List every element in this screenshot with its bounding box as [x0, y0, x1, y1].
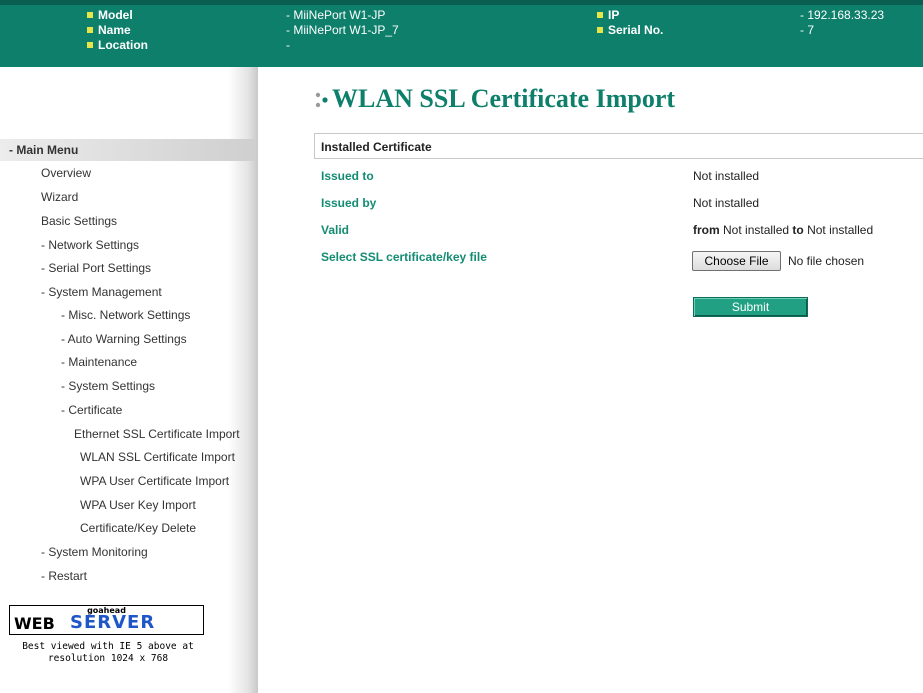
bullet-icon: [597, 26, 603, 33]
best-viewed-line1: Best viewed with IE 5 above at: [22, 641, 194, 652]
location-label: Location: [87, 38, 148, 52]
menu-item-auto-warning-settings[interactable]: - Auto Warning Settings: [61, 332, 187, 346]
logo-web-text: WEB: [14, 614, 55, 633]
location-label-text: Location: [98, 38, 148, 52]
valid-from-value: Not installed: [723, 223, 790, 237]
menu-item-system-management[interactable]: - System Management: [41, 285, 162, 299]
device-info-header: Model - MiiNePort W1-JP Name - MiiNePort…: [0, 0, 923, 67]
goahead-webserver-logo: goahead WEB SERVER: [9, 605, 204, 635]
menu-item-system-settings[interactable]: - System Settings: [61, 379, 155, 393]
model-label-text: Model: [98, 8, 133, 22]
title-dots-icon: [315, 92, 328, 108]
main-menu-header[interactable]: - Main Menu: [0, 139, 256, 161]
select-file-label: Select SSL certificate/key file: [321, 250, 487, 264]
menu-item-network-settings[interactable]: - Network Settings: [41, 238, 139, 252]
valid-value: from Not installed to Not installed: [693, 223, 873, 237]
name-label: Name: [87, 23, 131, 37]
valid-to-word: to: [792, 223, 804, 237]
menu-item-system-monitoring[interactable]: - System Monitoring: [41, 545, 148, 559]
bullet-icon: [87, 11, 93, 18]
issued-to-value: Not installed: [693, 169, 760, 183]
menu-item-overview[interactable]: Overview: [41, 166, 91, 180]
issued-to-label: Issued to: [321, 169, 374, 183]
issued-by-value: Not installed: [693, 196, 760, 210]
valid-from-word: from: [693, 223, 720, 237]
valid-label: Valid: [321, 223, 350, 237]
installed-certificate-header: Installed Certificate: [314, 133, 923, 159]
bullet-icon: [87, 41, 93, 48]
bullet-icon: [87, 26, 93, 33]
submit-button[interactable]: Submit: [693, 297, 808, 317]
best-viewed-note: Best viewed with IE 5 above at resolutio…: [3, 641, 213, 665]
issued-by-label: Issued by: [321, 196, 377, 210]
menu-item-wlan-ssl-certificate-import[interactable]: WLAN SSL Certificate Import: [80, 450, 235, 464]
menu-item-certificate[interactable]: - Certificate: [61, 403, 122, 417]
menu-item-basic-settings[interactable]: Basic Settings: [41, 214, 117, 228]
menu-item-wpa-user-certificate-import[interactable]: WPA User Certificate Import: [80, 474, 229, 488]
menu-item-maintenance[interactable]: - Maintenance: [61, 355, 137, 369]
ip-label-text: IP: [608, 8, 620, 22]
menu-item-wizard[interactable]: Wizard: [41, 190, 78, 204]
file-status-text: No file chosen: [788, 254, 865, 268]
menu-item-restart[interactable]: - Restart: [41, 569, 87, 583]
name-label-text: Name: [98, 23, 131, 37]
sidebar: - Main Menu Overview Wizard Basic Settin…: [0, 67, 258, 693]
ip-value: - 192.168.33.23: [800, 8, 885, 22]
model-label: Model: [87, 8, 133, 22]
valid-to-value: Not installed: [807, 223, 874, 237]
menu-item-ethernet-ssl-certificate-import[interactable]: Ethernet SSL Certificate Import: [74, 427, 240, 441]
logo-server-text: SERVER: [70, 612, 156, 633]
menu-item-certificate-key-delete[interactable]: Certificate/Key Delete: [80, 521, 196, 535]
choose-file-button[interactable]: Choose File: [692, 251, 781, 271]
menu-item-serial-port-settings[interactable]: - Serial Port Settings: [41, 261, 151, 275]
main-menu-label: - Main Menu: [9, 143, 79, 157]
ip-label: IP: [597, 8, 619, 22]
name-value: - MiiNePort W1-JP_7: [286, 23, 399, 37]
model-value: - MiiNePort W1-JP: [286, 8, 386, 22]
best-viewed-line2: resolution 1024 x 768: [47, 653, 169, 664]
installed-certificate-label: Installed Certificate: [321, 140, 432, 154]
page-title-text: WLAN SSL Certificate Import: [332, 84, 676, 113]
serial-value: - 7: [800, 23, 815, 37]
serial-label: Serial No.: [597, 23, 663, 37]
menu-item-wpa-user-key-import[interactable]: WPA User Key Import: [80, 498, 196, 512]
location-value: -: [286, 38, 290, 52]
bullet-icon: [597, 11, 603, 18]
serial-label-text: Serial No.: [608, 23, 664, 37]
menu-item-misc-network-settings[interactable]: - Misc. Network Settings: [61, 308, 190, 322]
